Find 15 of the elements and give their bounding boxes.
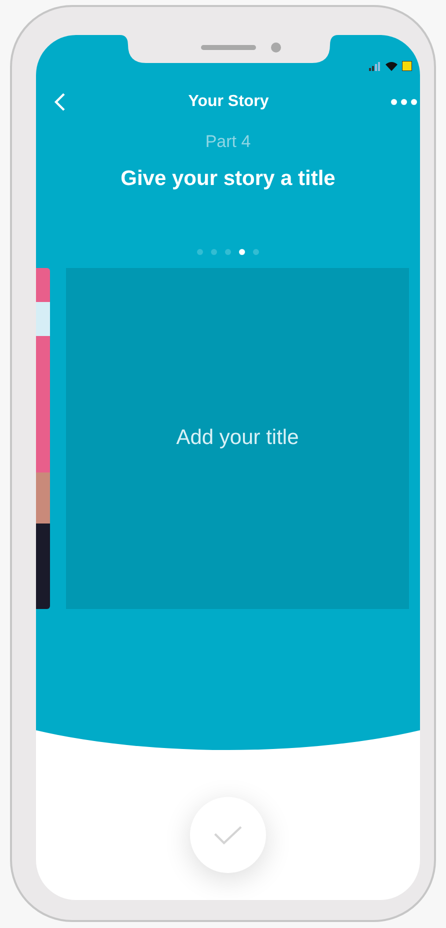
page-dot[interactable] bbox=[253, 248, 259, 254]
signal-icon bbox=[369, 62, 382, 71]
check-icon bbox=[213, 825, 243, 845]
battery-icon bbox=[402, 61, 412, 71]
title-input[interactable]: Add your title bbox=[66, 421, 409, 455]
step-label: Part 4 bbox=[205, 132, 251, 151]
screen-title: Your Story bbox=[188, 93, 269, 110]
page-dot[interactable] bbox=[225, 248, 231, 254]
page-dot[interactable] bbox=[239, 248, 245, 254]
more-icon[interactable] bbox=[391, 99, 418, 105]
back-icon[interactable] bbox=[54, 92, 66, 112]
page-dot[interactable] bbox=[211, 248, 217, 254]
step-heading: Give your story a title bbox=[120, 167, 336, 190]
page-dot[interactable] bbox=[197, 248, 203, 254]
wifi-icon bbox=[385, 61, 398, 71]
